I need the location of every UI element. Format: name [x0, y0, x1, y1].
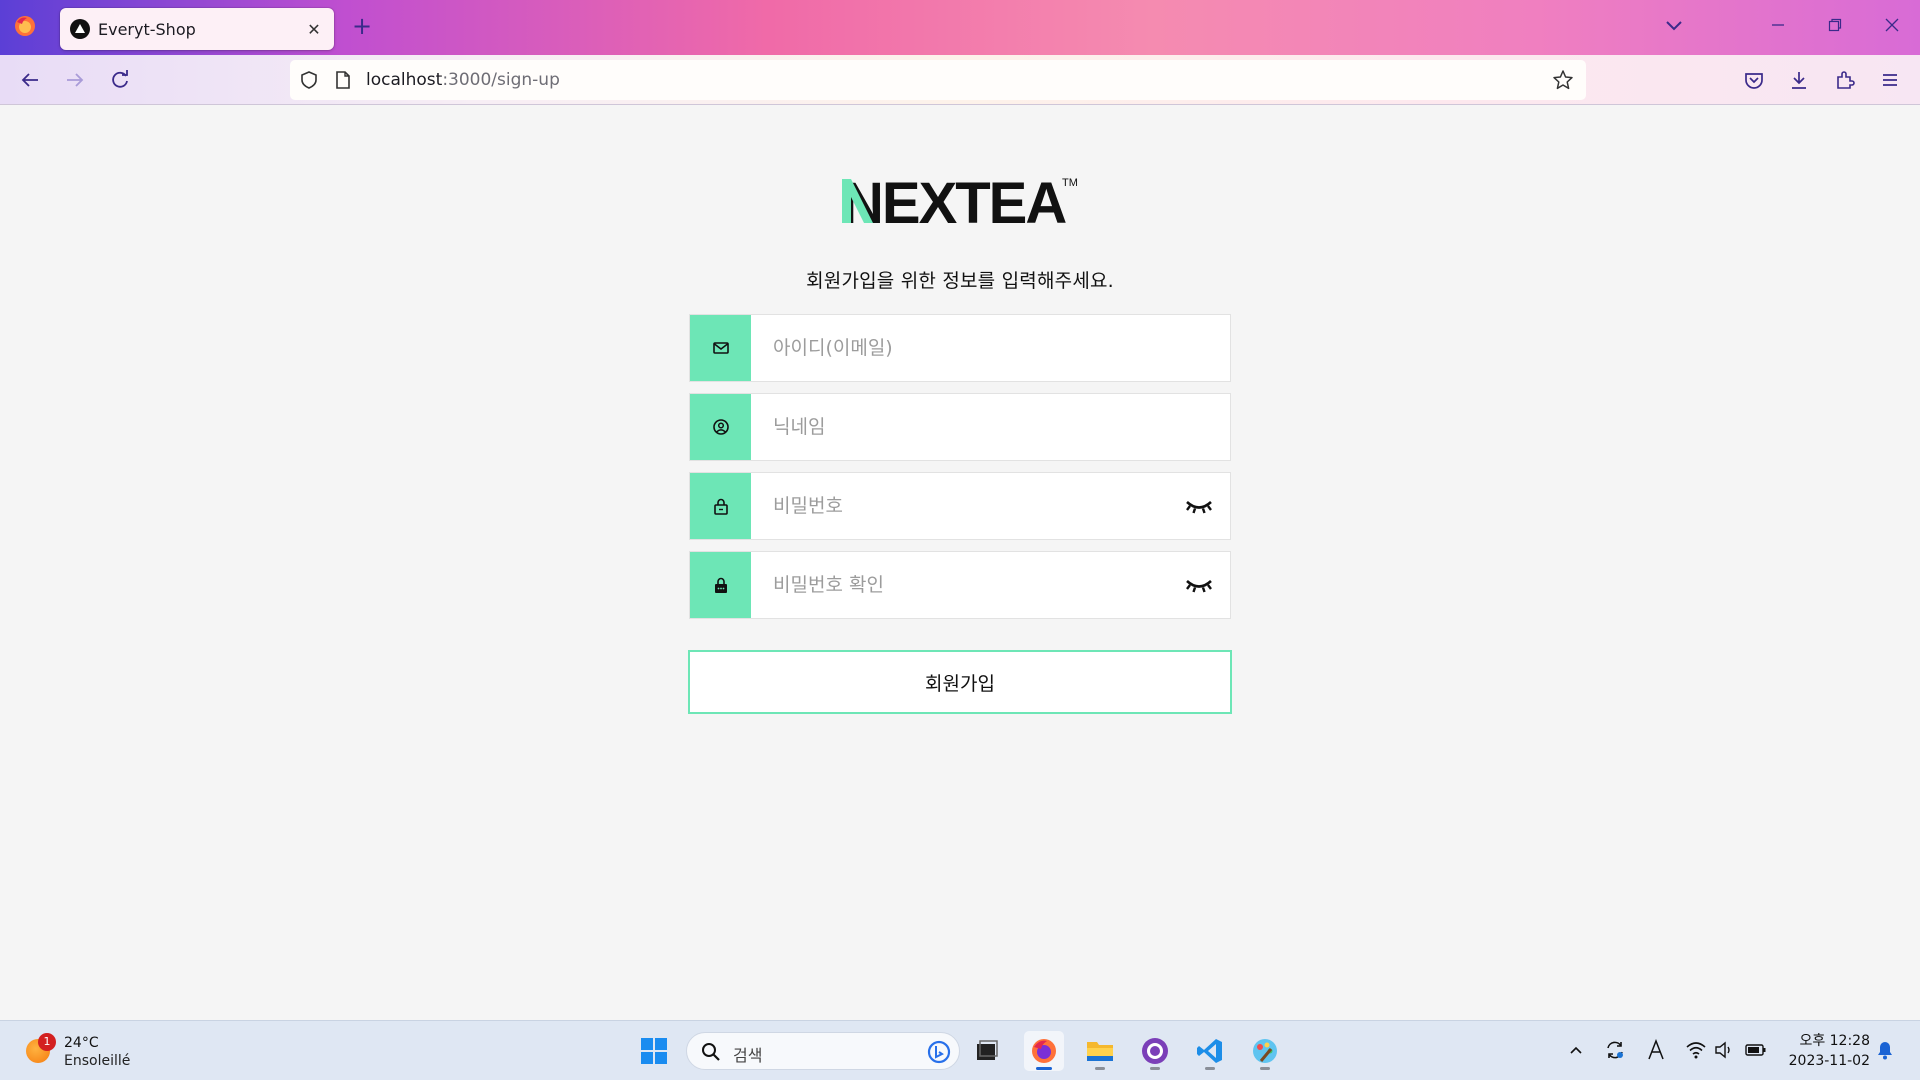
battery-icon[interactable]	[1744, 1038, 1768, 1062]
nickname-field	[689, 393, 1231, 461]
browser-navbar: localhost:3000/sign-up	[0, 55, 1920, 105]
restore-icon[interactable]	[1822, 12, 1848, 38]
shield-icon[interactable]	[298, 69, 320, 91]
pocket-icon[interactable]	[1741, 67, 1767, 93]
logo-trademark: TM	[1062, 177, 1078, 189]
tray-chevron-up-icon[interactable]	[1564, 1038, 1588, 1062]
close-window-icon[interactable]	[1879, 12, 1905, 38]
browser-titlebar: Everyt-Shop ✕ +	[0, 0, 1920, 55]
tab-title: Everyt-Shop	[98, 19, 196, 39]
forward-arrow-icon[interactable]	[62, 67, 88, 93]
tab-favicon-icon	[70, 19, 90, 39]
url-host: localhost	[366, 70, 443, 90]
active-indicator	[1036, 1067, 1052, 1070]
email-field	[689, 314, 1231, 382]
downloads-icon[interactable]	[1786, 67, 1812, 93]
signup-subtitle: 회원가입을 위한 정보를 입력해주세요.	[806, 270, 1114, 292]
hamburger-menu-icon[interactable]	[1877, 67, 1903, 93]
running-indicator	[1150, 1067, 1160, 1070]
lock-outline-icon	[690, 473, 751, 539]
sign-up-button[interactable]: 회원가입	[688, 650, 1232, 714]
page-info-icon[interactable]	[332, 69, 354, 91]
password-field	[689, 472, 1231, 540]
password-input[interactable]	[751, 473, 1168, 539]
user-circle-icon	[690, 394, 751, 460]
password-confirm-field	[689, 551, 1231, 619]
taskbar-github-icon[interactable]	[1135, 1031, 1175, 1071]
running-indicator	[1205, 1067, 1215, 1070]
sync-icon[interactable]	[1603, 1038, 1627, 1062]
tab-close-icon[interactable]: ✕	[304, 19, 324, 39]
taskbar-search[interactable]: 검색	[686, 1032, 960, 1070]
taskbar-explorer-icon[interactable]	[1080, 1031, 1120, 1071]
volume-icon[interactable]	[1712, 1038, 1736, 1062]
search-placeholder: 검색	[733, 1046, 763, 1065]
firefox-menu-icon[interactable]	[13, 14, 37, 38]
weather-desc: Ensoleillé	[64, 1053, 131, 1069]
weather-temp: 24°C	[64, 1035, 99, 1051]
sign-up-page: NEXTEA TM 회원가입을 위한 정보를 입력해주세요. 아이디(이메일) …	[0, 106, 1920, 1020]
task-view-icon[interactable]	[967, 1031, 1007, 1071]
weather-widget[interactable]: 1 24°C Ensoleillé	[26, 1031, 166, 1071]
notification-badge: 1	[38, 1033, 56, 1051]
url-bar[interactable]: localhost:3000/sign-up	[290, 60, 1586, 100]
running-indicator	[1095, 1067, 1105, 1070]
notification-bell-icon[interactable]	[1873, 1038, 1897, 1062]
logo-text: NEXTEA	[842, 172, 1066, 228]
bookmark-star-icon[interactable]	[1552, 69, 1574, 91]
extensions-icon[interactable]	[1832, 67, 1858, 93]
clock-time: 오후 12:28	[1799, 1033, 1870, 1049]
windows-taskbar: 1 24°C Ensoleillé 검색 오후 12:28 2023-11-02	[0, 1020, 1920, 1080]
password-confirm-input[interactable]	[751, 552, 1168, 618]
running-indicator	[1260, 1067, 1270, 1070]
tab-list-chevron-icon[interactable]	[1663, 14, 1685, 36]
new-tab-icon[interactable]: +	[350, 14, 374, 38]
url-path: :3000/sign-up	[442, 70, 560, 90]
back-arrow-icon[interactable]	[17, 67, 43, 93]
wifi-icon[interactable]	[1684, 1038, 1708, 1062]
eye-closed-icon[interactable]	[1168, 552, 1230, 618]
taskbar-firefox-icon[interactable]	[1024, 1031, 1064, 1071]
taskbar-vscode-icon[interactable]	[1190, 1031, 1230, 1071]
bing-icon[interactable]	[927, 1040, 951, 1064]
nextea-logo: NEXTEA TM	[842, 172, 1078, 228]
lock-filled-icon	[690, 552, 751, 618]
taskbar-paint-icon[interactable]	[1245, 1031, 1285, 1071]
search-icon	[702, 1043, 720, 1061]
browser-tab-active[interactable]: Everyt-Shop ✕	[60, 8, 334, 50]
clock-date: 2023-11-02	[1788, 1053, 1870, 1069]
nickname-input[interactable]	[751, 394, 1230, 460]
taskbar-clock[interactable]: 오후 12:28 2023-11-02	[1780, 1031, 1870, 1071]
windows-start-icon[interactable]	[634, 1031, 674, 1071]
mail-icon	[690, 315, 751, 381]
ime-icon[interactable]	[1644, 1038, 1668, 1062]
reload-icon[interactable]	[107, 67, 133, 93]
url-text: localhost:3000/sign-up	[366, 70, 560, 90]
minimize-icon[interactable]	[1765, 12, 1791, 38]
email-input[interactable]	[751, 315, 1230, 381]
eye-closed-icon[interactable]	[1168, 473, 1230, 539]
